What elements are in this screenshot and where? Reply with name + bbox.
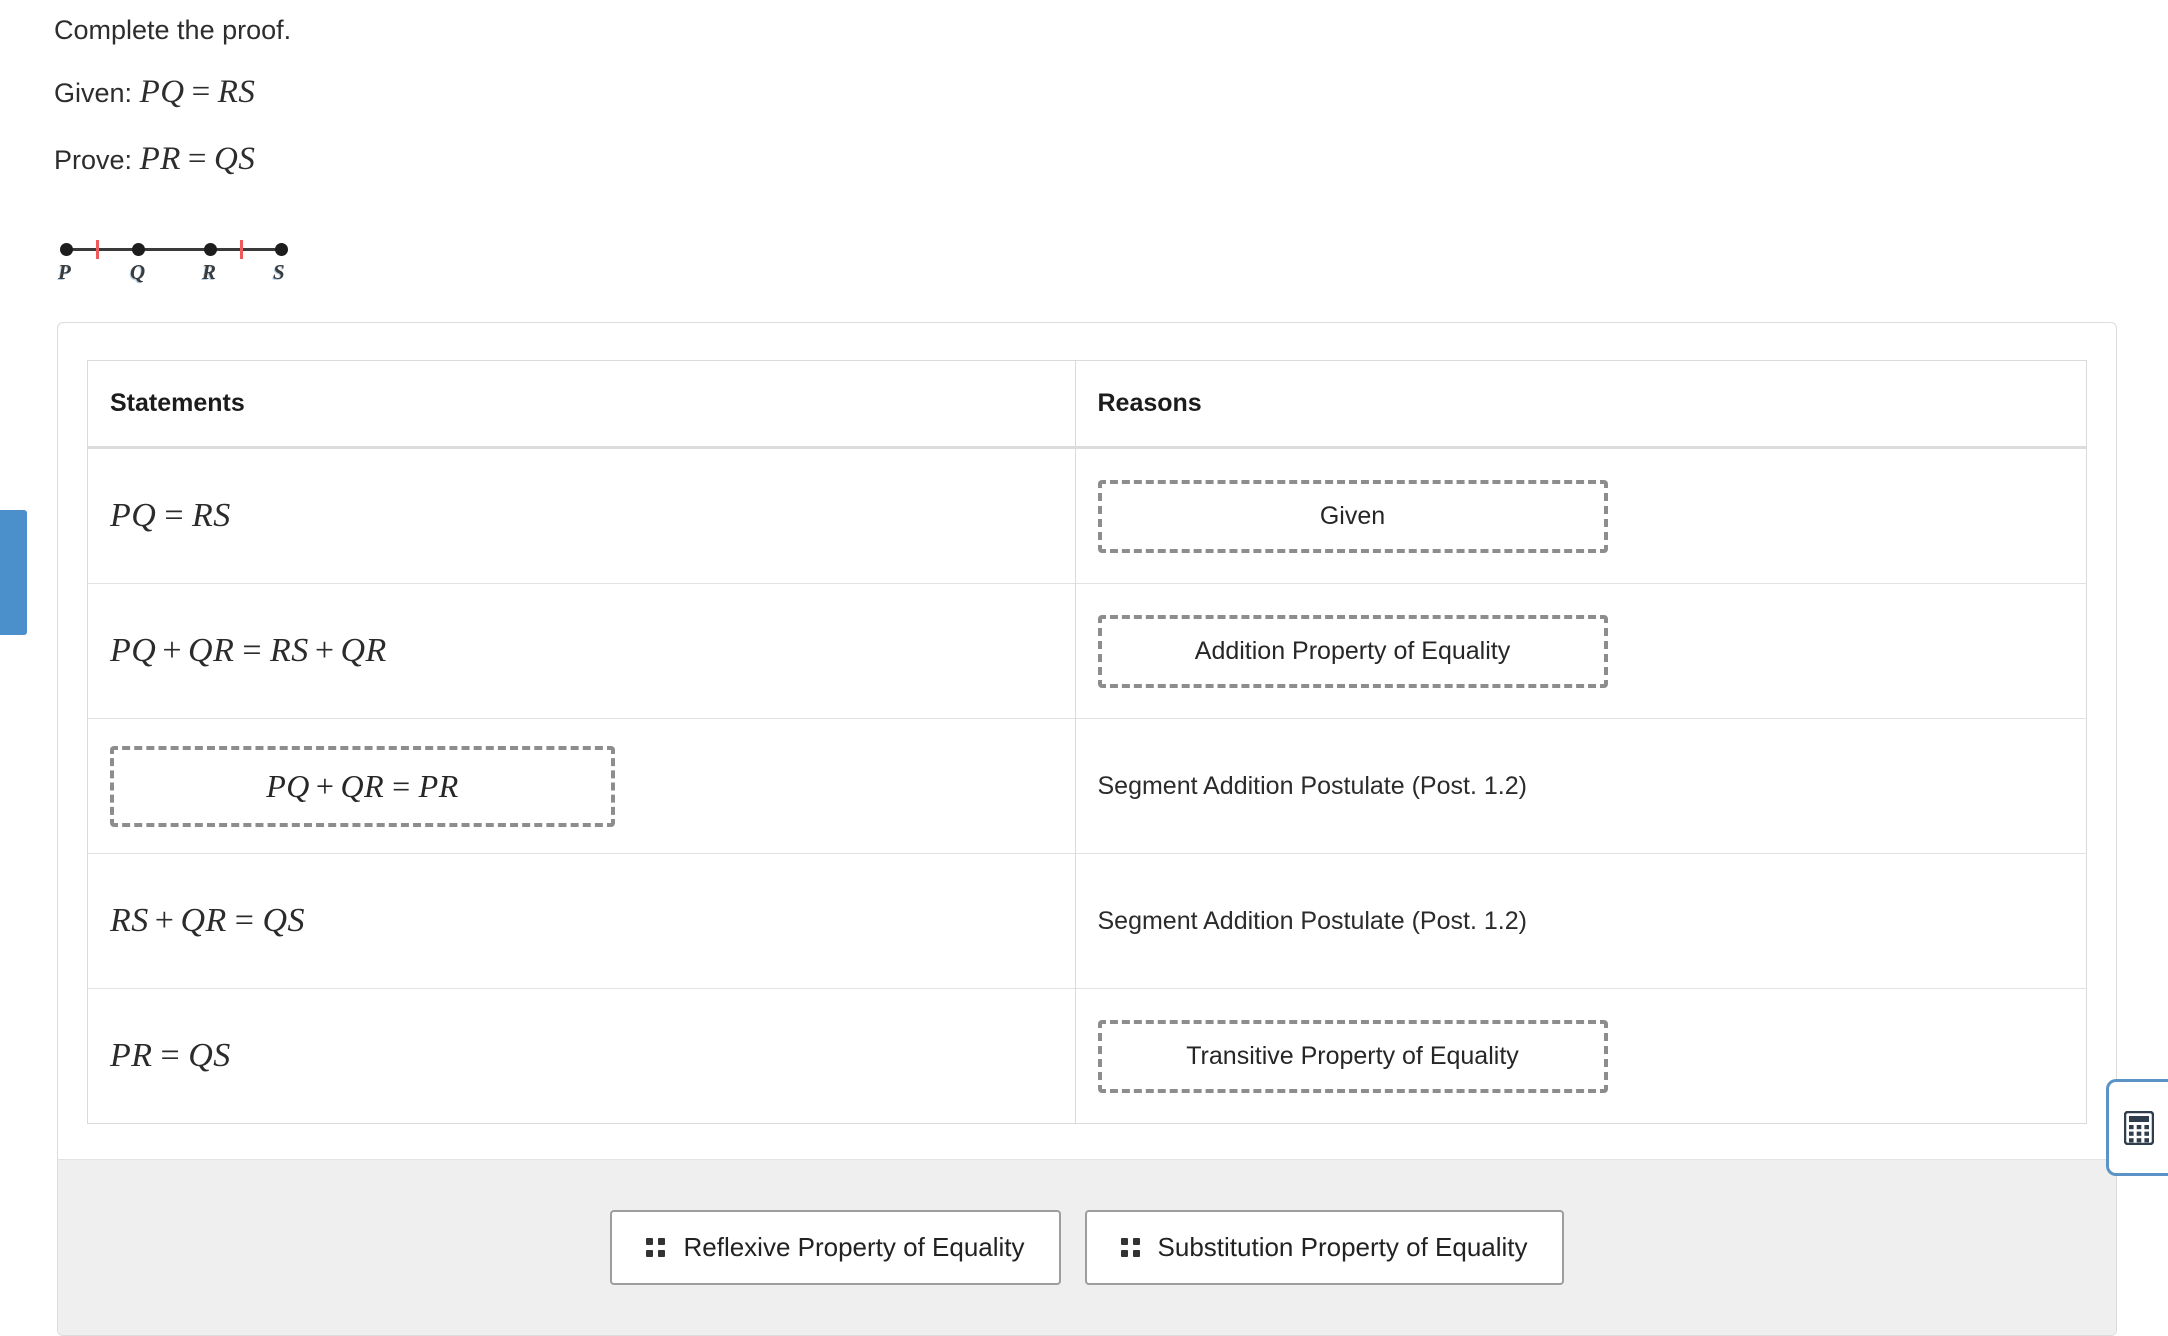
- drag-handle-icon[interactable]: [1120, 1238, 1140, 1257]
- figure-tick-left: [96, 240, 99, 259]
- statement-text: PR = QS: [110, 1037, 231, 1074]
- prove-expression: PR = QS: [140, 141, 256, 177]
- reason-slot-value: Given: [1319, 501, 1386, 530]
- figure-point-S: [275, 243, 288, 256]
- figure-label-P: P: [58, 260, 71, 284]
- statement-cell: PQ + QR = PR: [87, 718, 1076, 854]
- table-row: PQ + QR = PR Segment Addition Postulate (Post…: [87, 718, 2087, 854]
- figure-label-S: S: [273, 260, 285, 284]
- prove-line: Prove: PR = QS: [54, 137, 1554, 182]
- reason-drop-slot[interactable]: Given: [1097, 479, 1608, 553]
- table-row: PR = QS Transitive Property of Equality: [87, 988, 2087, 1124]
- answer-bank-tray: Reflexive Property of Equality Substituti…: [58, 1159, 2116, 1335]
- table-row: PQ + QR = RS + QR Addition Property of Equality: [87, 583, 2087, 719]
- reason-text: Segment Addition Postulate (Post. 1.2): [1097, 906, 1527, 935]
- reason-slot-value: Transitive Property of Equality: [1186, 1041, 1519, 1070]
- column-header-statements: Statements: [87, 360, 1076, 449]
- reason-slot-value: Addition Property of Equality: [1194, 636, 1511, 665]
- reason-cell: Addition Property of Equality: [1075, 583, 2087, 719]
- statement-cell: PQ = RS: [87, 447, 1076, 584]
- figure-point-R: [204, 243, 217, 256]
- table-row: PQ = RS Given: [87, 447, 2087, 584]
- column-header-reasons: Reasons: [1075, 360, 2087, 449]
- two-column-proof-table: Statements Reasons PQ = RS Given PQ + QR = RS + QR…: [87, 360, 2087, 1124]
- statement-cell: RS + QR = QS: [87, 853, 1076, 989]
- calculator-icon: [2123, 1110, 2154, 1145]
- instruction-text: Complete the proof.: [54, 15, 292, 45]
- left-side-panel-tab[interactable]: [0, 510, 27, 635]
- figure-point-Q: [132, 243, 145, 256]
- reason-drop-slot[interactable]: Transitive Property of Equality: [1097, 1019, 1608, 1093]
- drag-handle-icon[interactable]: [646, 1238, 666, 1257]
- reason-drop-slot[interactable]: Addition Property of Equality: [1097, 614, 1608, 688]
- statement-text: PQ = RS: [110, 497, 231, 534]
- statement-slot-value: PQ + QR = PR: [266, 767, 459, 804]
- problem-prompt: Complete the proof. Given: PQ = RS Prove: …: [54, 12, 1554, 204]
- table-body: PQ = RS Given PQ + QR = RS + QR Addition Property o…: [87, 447, 2087, 1124]
- given-line: Given: PQ = RS: [54, 70, 1554, 115]
- given-label: Given:: [54, 78, 133, 109]
- reason-cell: Given: [1075, 447, 2087, 584]
- answer-chip-label: Reflexive Property of Equality: [683, 1232, 1025, 1262]
- proof-card: Statements Reasons PQ = RS Given PQ + QR = RS + QR…: [57, 322, 2117, 1336]
- answer-chip[interactable]: Substitution Property of Equality: [1084, 1210, 1564, 1285]
- reason-text: Segment Addition Postulate (Post. 1.2): [1097, 771, 1527, 800]
- reason-cell: Transitive Property of Equality: [1075, 988, 2087, 1124]
- statement-text: RS + QR = QS: [110, 902, 306, 939]
- figure-tick-right: [240, 240, 243, 259]
- statement-cell: PR = QS: [87, 988, 1076, 1124]
- answer-chip-label: Substitution Property of Equality: [1157, 1232, 1528, 1262]
- table-row: RS + QR = QS Segment Addition Postulate (Post…: [87, 853, 2087, 989]
- statement-cell: PQ + QR = RS + QR: [87, 583, 1076, 719]
- statement-drop-slot[interactable]: PQ + QR = PR: [110, 745, 615, 827]
- prove-expression-text: PR = QS: [139, 140, 256, 177]
- table-header-row: Statements Reasons: [87, 360, 2087, 449]
- figure-label-R: R: [202, 260, 217, 284]
- reason-cell: Segment Addition Postulate (Post. 1.2): [1075, 718, 2087, 854]
- given-expression: PQ = RS: [140, 74, 256, 110]
- number-line-figure: P Q R S: [58, 234, 300, 292]
- figure-point-P: [60, 243, 73, 256]
- reason-cell: Segment Addition Postulate (Post. 1.2): [1075, 853, 2087, 989]
- calculator-flyout-button[interactable]: [2106, 1079, 2168, 1176]
- given-expression-text: PQ = RS: [139, 74, 256, 111]
- answer-chip[interactable]: Reflexive Property of Equality: [610, 1210, 1061, 1285]
- statement-text: PQ + QR = RS + QR: [110, 632, 387, 669]
- prove-label: Prove:: [54, 144, 133, 175]
- figure-label-Q: Q: [130, 260, 146, 284]
- figure-segment-line: [62, 248, 280, 251]
